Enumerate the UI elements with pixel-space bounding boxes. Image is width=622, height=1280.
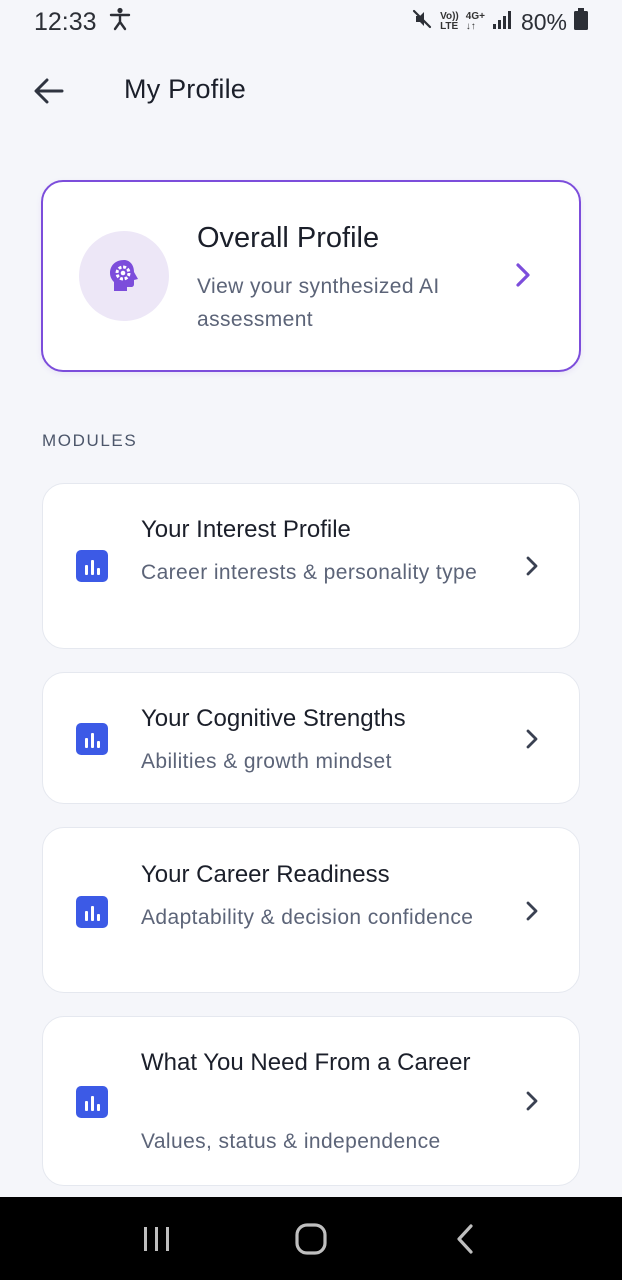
chevron-right-icon (525, 1090, 539, 1117)
back-button[interactable] (30, 74, 68, 108)
battery-percent: 80% (520, 8, 567, 35)
status-left: 12:33 (34, 7, 131, 38)
chevron-right-icon (525, 728, 539, 755)
module-title: What You Need From a Career (141, 1049, 471, 1076)
screen: 12:33 Vo)) LTE 4G+ ↓↑ 80% My Profile Ove… (0, 0, 622, 1280)
system-nav-bar (0, 1197, 622, 1280)
bar-chart-icon (76, 896, 108, 928)
chevron-right-icon (515, 262, 531, 293)
arrow-left-icon (34, 78, 64, 104)
bar-chart-icon (76, 550, 108, 582)
module-subtitle: Values, status & independence (141, 1130, 441, 1153)
module-card-career-readiness[interactable]: Your Career Readiness Adaptability & dec… (42, 827, 580, 993)
network-indicator: 4G+ ↓↑ (465, 11, 485, 32)
module-card-interest-profile[interactable]: Your Interest Profile Career interests &… (42, 483, 580, 649)
module-subtitle: Adaptability & decision confidence (141, 906, 474, 929)
chevron-right-icon (525, 900, 539, 927)
overall-profile-card[interactable]: Overall Profile View your synthesized AI… (41, 180, 581, 372)
module-card-career-needs[interactable]: What You Need From a Career Values, stat… (42, 1016, 580, 1186)
status-time: 12:33 (34, 7, 97, 36)
app-header: My Profile (0, 56, 622, 126)
status-right: Vo)) LTE 4G+ ↓↑ 80% (411, 8, 588, 36)
chevron-left-icon (457, 1223, 473, 1254)
recent-apps-icon (144, 1226, 169, 1251)
recent-apps-button[interactable] (127, 1214, 187, 1264)
page-title: My Profile (124, 74, 247, 104)
modules-section-label: MODULES (42, 431, 138, 450)
overall-profile-title: Overall Profile (197, 222, 380, 254)
signal-icon (492, 9, 514, 36)
accessibility-icon (109, 7, 131, 38)
bar-chart-icon (76, 1086, 108, 1118)
module-title: Your Cognitive Strengths (141, 705, 406, 732)
brain-gear-icon (110, 260, 138, 291)
module-subtitle: Abilities & growth mindset (141, 750, 392, 773)
overall-profile-subtitle: View your synthesized AI assessment (197, 275, 440, 331)
module-subtitle: Career interests & personality type (141, 561, 478, 584)
back-nav-button[interactable] (435, 1214, 495, 1264)
module-card-cognitive-strengths[interactable]: Your Cognitive Strengths Abilities & gro… (42, 672, 580, 804)
bar-chart-icon (76, 723, 108, 755)
mute-icon (411, 8, 433, 36)
battery-icon (574, 8, 588, 36)
home-icon (295, 1222, 327, 1255)
overall-profile-avatar (79, 231, 169, 321)
home-button[interactable] (281, 1214, 341, 1264)
module-title: Your Career Readiness (141, 861, 390, 888)
module-title: Your Interest Profile (141, 516, 351, 543)
status-bar: 12:33 Vo)) LTE 4G+ ↓↑ 80% (0, 0, 622, 44)
volte-indicator: Vo)) LTE (440, 11, 459, 32)
chevron-right-icon (525, 555, 539, 582)
